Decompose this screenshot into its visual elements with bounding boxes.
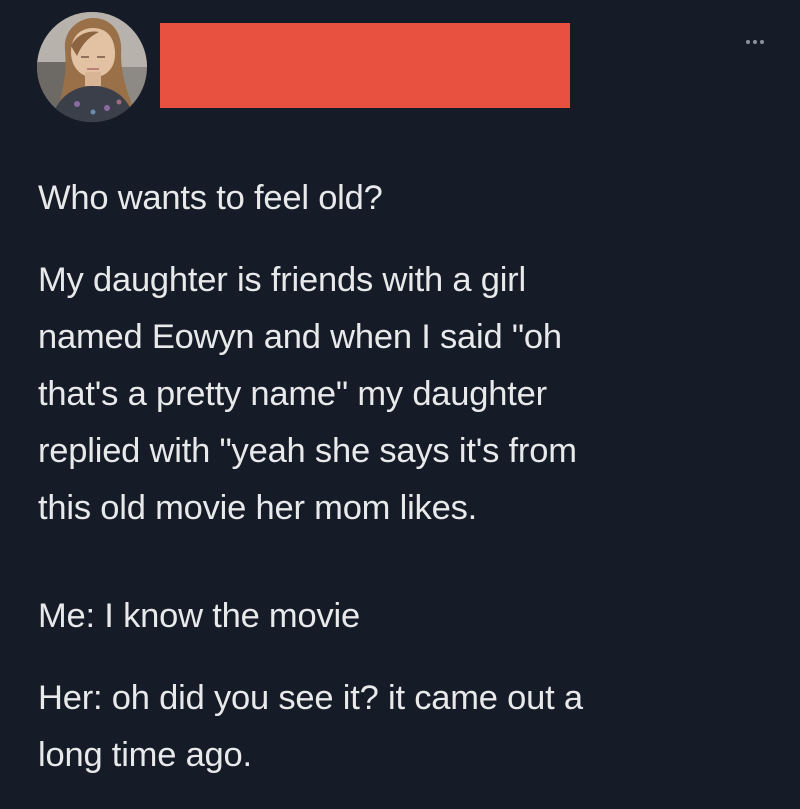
tweet-header [0, 0, 800, 130]
more-dot [746, 40, 750, 44]
tweet-paragraph: Her: oh did you see it? it came out a lo… [38, 679, 583, 774]
tweet-paragraph: Me: I know the movie [38, 597, 360, 635]
more-dot [753, 40, 757, 44]
redacted-name [160, 23, 570, 108]
more-dot [760, 40, 764, 44]
tweet-paragraph: My daughter is friends with a girl named… [38, 261, 577, 527]
avatar-photo [37, 12, 147, 122]
avatar[interactable] [37, 12, 147, 122]
tweet-paragraph: Who wants to feel old? [38, 179, 383, 217]
more-horizontal-icon[interactable] [735, 30, 775, 54]
